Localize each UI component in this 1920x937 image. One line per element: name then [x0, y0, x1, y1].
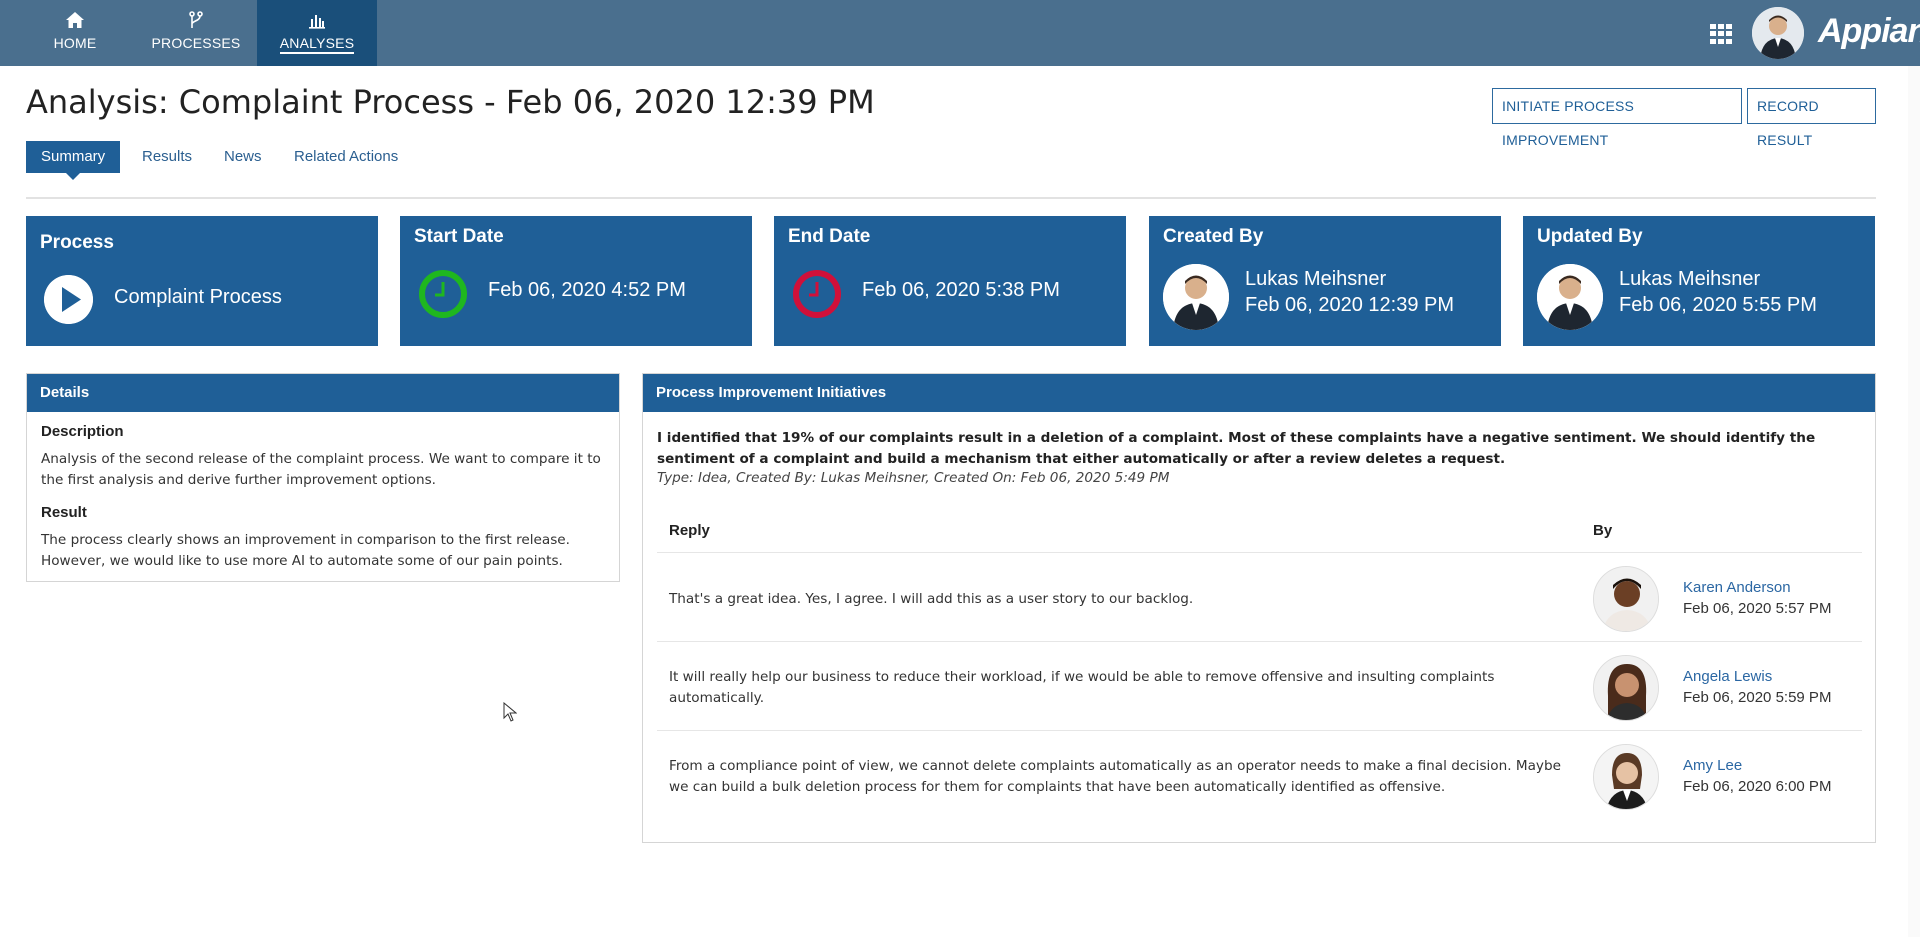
user-avatar[interactable]	[1752, 7, 1804, 59]
panel-header: Details	[27, 374, 619, 412]
idea-meta: Type: Idea, Created By: Lukas Meihsner, …	[657, 470, 1170, 486]
description-text: Analysis of the second release of the co…	[41, 451, 601, 488]
branch-icon	[189, 11, 203, 28]
avatar	[1537, 264, 1603, 330]
result-label: Result	[41, 504, 87, 521]
nav-tab-analyses[interactable]: ANALYSES	[257, 0, 377, 66]
appian-logo: Appian	[1818, 12, 1920, 50]
card-title: Updated By	[1537, 226, 1643, 247]
user-avatar-image	[1752, 7, 1804, 59]
top-navigation-bar: HOME PROCESSES ANALYSES Appian	[0, 0, 1920, 66]
page-scrollbar[interactable]	[1908, 66, 1920, 937]
start-date-card: Start Date Feb 06, 2020 4:52 PM	[400, 216, 752, 346]
nav-tab-processes[interactable]: PROCESSES	[146, 0, 246, 66]
idea-text: I identified that 19% of our complaints …	[657, 430, 1816, 467]
result-text: The process clearly shows an improvement…	[41, 532, 570, 569]
reply-author-link[interactable]: Karen Anderson	[1683, 579, 1791, 596]
avatar	[1593, 566, 1659, 632]
reply-text: From a compliance point of view, we cann…	[669, 758, 1561, 795]
start-date-value: Feb 06, 2020 4:52 PM	[488, 279, 686, 301]
bar-chart-icon	[309, 15, 325, 29]
table-divider	[657, 641, 1862, 642]
nav-tab-home[interactable]: HOME	[28, 0, 122, 66]
reply-author-link[interactable]: Amy Lee	[1683, 757, 1742, 774]
home-icon	[66, 12, 84, 28]
end-date-value: Feb 06, 2020 5:38 PM	[862, 279, 1060, 301]
card-title: Created By	[1163, 226, 1264, 247]
details-panel: Details Description Analysis of the seco…	[26, 373, 620, 582]
tab-news[interactable]: News	[209, 141, 277, 173]
tab-results[interactable]: Results	[127, 141, 207, 173]
updated-by-card: Updated By Lukas Meihsner Feb 06, 2020 5…	[1523, 216, 1875, 346]
created-by-name: Lukas Meihsner	[1245, 268, 1387, 290]
reply-date: Feb 06, 2020 6:00 PM	[1683, 778, 1832, 795]
card-title: End Date	[788, 226, 871, 247]
reply-text: That's a great idea. Yes, I agree. I wil…	[669, 591, 1194, 607]
column-header-by: By	[1593, 522, 1613, 539]
avatar	[1593, 744, 1659, 810]
record-result-button[interactable]: RECORD RESULT	[1747, 88, 1876, 148]
reply-author-link[interactable]: Angela Lewis	[1683, 668, 1772, 685]
column-header-reply: Reply	[669, 522, 710, 539]
play-icon	[44, 275, 93, 324]
clock-icon	[793, 270, 841, 318]
reply-text: It will really help our business to redu…	[669, 669, 1495, 706]
avatar	[1593, 655, 1659, 721]
description-label: Description	[41, 423, 124, 440]
process-improvement-initiatives-panel: Process Improvement Initiatives I identi…	[642, 373, 1876, 843]
reply-date: Feb 06, 2020 5:57 PM	[1683, 600, 1832, 617]
end-date-card: End Date Feb 06, 2020 5:38 PM	[774, 216, 1126, 346]
mouse-cursor-icon	[503, 702, 517, 722]
process-card: Process Complaint Process	[26, 216, 378, 346]
page-title: Analysis: Complaint Process - Feb 06, 20…	[26, 83, 875, 121]
initiate-process-improvement-button[interactable]: INITIATE PROCESS IMPROVEMENT	[1492, 88, 1742, 148]
card-title: Start Date	[414, 226, 504, 247]
table-divider	[657, 552, 1862, 553]
reply-date: Feb 06, 2020 5:59 PM	[1683, 689, 1832, 706]
process-name[interactable]: Complaint Process	[114, 286, 282, 309]
divider	[26, 197, 1876, 199]
tab-summary[interactable]: Summary	[26, 141, 121, 173]
tab-related-actions[interactable]: Related Actions	[279, 141, 413, 173]
updated-date: Feb 06, 2020 5:55 PM	[1619, 294, 1817, 316]
updated-by-name: Lukas Meihsner	[1619, 268, 1761, 290]
avatar	[1163, 264, 1229, 330]
created-by-card: Created By Lukas Meihsner Feb 06, 2020 1…	[1149, 216, 1501, 346]
created-date: Feb 06, 2020 12:39 PM	[1245, 294, 1455, 316]
panel-header: Process Improvement Initiatives	[643, 374, 1875, 412]
nav-tab-label: HOME	[53, 35, 97, 51]
nav-tab-label: ANALYSES	[279, 35, 355, 54]
table-divider	[657, 730, 1862, 731]
clock-icon	[419, 270, 467, 318]
nav-tab-label: PROCESSES	[151, 35, 241, 51]
apps-grid-icon[interactable]	[1710, 24, 1734, 44]
card-title: Process	[40, 232, 114, 253]
